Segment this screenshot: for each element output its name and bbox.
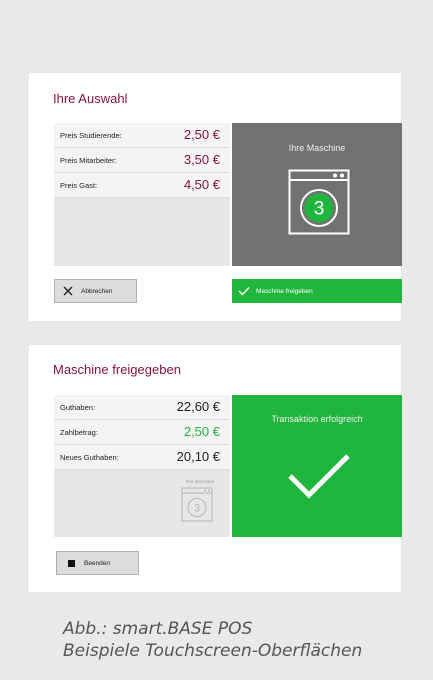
caption-line-1: Abb.: smart.BASE POS bbox=[63, 619, 253, 639]
balance-label: Guthaben: bbox=[60, 403, 96, 412]
machine-number: 3 bbox=[314, 199, 325, 220]
payment-label: Zahlbetrag: bbox=[60, 428, 98, 437]
balance-list: Guthaben: 22,60 € Zahlbetrag: 2,50 € Neu… bbox=[54, 395, 230, 537]
price-label: Preis Gast: bbox=[60, 181, 98, 190]
washing-machine-icon: 3 bbox=[288, 169, 350, 235]
balance-row: Guthaben: 22,60 € bbox=[54, 395, 230, 420]
caption-line-2: Beispiele Touchscreen-Oberflächen bbox=[63, 641, 363, 661]
price-row-students: Preis Studierende: 2,50 € bbox=[54, 123, 230, 148]
payment-row: Zahlbetrag: 2,50 € bbox=[54, 420, 230, 445]
machine-tile[interactable]: Ihre Maschine 3 bbox=[232, 123, 402, 266]
release-machine-button-label: Maschine freigeben bbox=[256, 287, 313, 295]
checkmark-icon bbox=[288, 454, 350, 499]
price-label: Preis Mitarbeiter: bbox=[60, 156, 117, 165]
new-balance-value: 20,10 € bbox=[176, 449, 220, 464]
mini-machine-number: 3 bbox=[194, 503, 200, 515]
new-balance-row: Neues Guthaben: 20,10 € bbox=[54, 445, 230, 470]
check-icon bbox=[238, 287, 250, 296]
released-panel: Maschine freigegeben Guthaben: 22,60 € Z… bbox=[29, 345, 402, 592]
price-value: 4,50 € bbox=[183, 177, 220, 192]
price-label: Preis Studierende: bbox=[60, 131, 122, 140]
price-row-guest: Preis Gast: 4,50 € bbox=[54, 173, 230, 198]
payment-value: 2,50 € bbox=[183, 424, 220, 439]
cancel-button-label: Abbrechen bbox=[81, 287, 113, 295]
price-row-staff: Preis Mitarbeiter: 3,50 € bbox=[54, 148, 230, 173]
price-list: Preis Studierende: 2,50 € Preis Mitarbei… bbox=[54, 123, 230, 266]
stop-icon bbox=[68, 559, 75, 567]
selection-panel: Ihre Auswahl Preis Studierende: 2,50 € P… bbox=[29, 73, 402, 321]
machine-tile-title: Ihre Maschine bbox=[288, 143, 346, 153]
price-value: 2,50 € bbox=[183, 127, 220, 142]
selection-panel-title: Ihre Auswahl bbox=[53, 91, 128, 106]
mini-machine-label: Ihre Maschine bbox=[185, 479, 214, 484]
exit-button[interactable]: Beenden bbox=[56, 551, 139, 575]
release-machine-button[interactable]: Maschine freigeben bbox=[232, 279, 402, 303]
balance-value: 22,60 € bbox=[176, 399, 220, 414]
new-balance-label: Neues Guthaben: bbox=[60, 453, 119, 462]
released-panel-title: Maschine freigegeben bbox=[53, 362, 181, 377]
success-tile: Transaktion erfolgreich bbox=[232, 395, 402, 537]
price-value: 3,50 € bbox=[183, 152, 220, 167]
success-tile-title: Transaktion erfolgreich bbox=[271, 414, 363, 424]
cancel-button[interactable]: Abbrechen bbox=[54, 279, 137, 303]
washing-machine-icon: 3 bbox=[181, 487, 213, 522]
exit-button-label: Beenden bbox=[84, 559, 111, 567]
close-icon bbox=[63, 286, 73, 296]
